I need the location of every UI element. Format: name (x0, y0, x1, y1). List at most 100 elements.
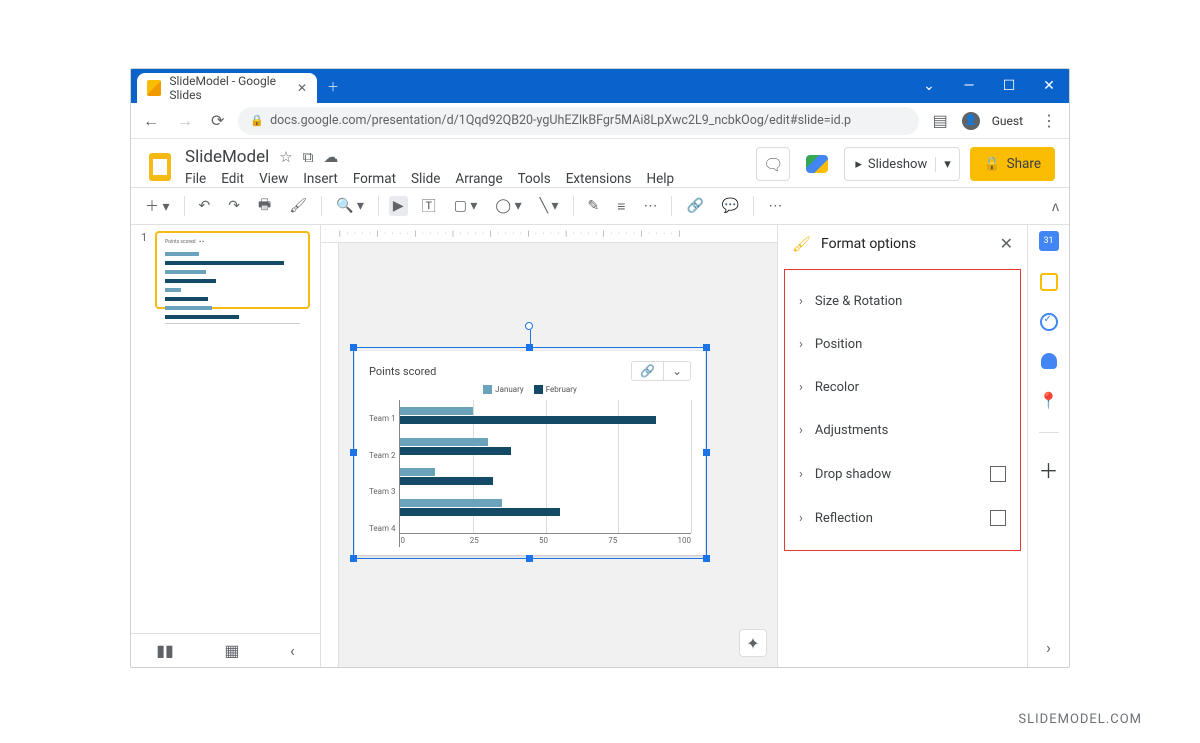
menu-tools[interactable]: Tools (518, 171, 551, 187)
app-header: SlideModel ☆ ⧉ ☁ File Edit View Insert Forma… (131, 139, 1069, 187)
format-section-adjustments[interactable]: ›Adjustments (791, 409, 1014, 452)
format-panel-title: Format options (821, 236, 916, 252)
undo-button[interactable]: ↶ (195, 196, 215, 216)
border-color-button[interactable]: ✎ (584, 196, 604, 216)
menu-view[interactable]: View (259, 171, 288, 187)
slideshow-dropdown-icon[interactable]: ▾ (935, 157, 959, 172)
format-sections-highlight: ›Size & Rotation›Position›Recolor›Adjust… (784, 269, 1021, 551)
resize-handle[interactable] (703, 344, 710, 351)
border-dash-button[interactable]: ⋯ (639, 196, 661, 216)
window-tab-search-icon[interactable]: ⌄ (909, 69, 949, 103)
format-section-label: Reflection (815, 511, 873, 526)
format-section-label: Size & Rotation (815, 294, 902, 309)
slideshow-button[interactable]: ▸ Slideshow ▾ (844, 147, 959, 181)
hide-sidepanel-icon[interactable]: › (1046, 638, 1051, 667)
image-tool[interactable]: ▢ ▾ (450, 196, 482, 216)
collapse-filmstrip-icon[interactable]: ‹ (290, 641, 295, 660)
line-tool[interactable]: ╲ ▾ (536, 196, 563, 216)
meet-button[interactable] (800, 147, 834, 181)
resize-handle[interactable] (350, 449, 357, 456)
format-section-drop-shadow[interactable]: ›Drop shadow (791, 452, 1014, 496)
close-panel-icon[interactable]: ✕ (1000, 234, 1013, 253)
resize-handle[interactable] (526, 555, 533, 562)
menu-extensions[interactable]: Extensions (566, 171, 632, 187)
menu-edit[interactable]: Edit (221, 171, 244, 187)
format-section-position[interactable]: ›Position (791, 323, 1014, 366)
window-close-icon[interactable]: ✕ (1029, 69, 1069, 103)
browser-tab[interactable]: SlideModel - Google Slides ✕ (137, 73, 317, 103)
format-section-size-rotation[interactable]: ›Size & Rotation (791, 280, 1014, 323)
doc-title[interactable]: SlideModel (185, 147, 269, 167)
nav-forward-icon[interactable]: → (173, 107, 197, 135)
comment-button[interactable]: 💬 (718, 196, 743, 216)
keep-addon-icon[interactable] (1040, 273, 1058, 291)
more-tools-button[interactable]: ⋯ (764, 196, 786, 216)
window-minimize-icon[interactable]: — (949, 69, 989, 103)
share-lock-icon: 🔒 (984, 156, 1001, 172)
calendar-addon-icon[interactable]: 31 (1039, 231, 1059, 251)
menu-slide[interactable]: Slide (411, 171, 440, 187)
resize-handle[interactable] (350, 555, 357, 562)
slides-app-icon[interactable] (145, 147, 175, 187)
share-label: Share (1007, 156, 1041, 172)
contacts-addon-icon[interactable] (1041, 353, 1057, 369)
new-slide-button[interactable]: ＋ ▾ (141, 194, 174, 218)
explore-button[interactable]: ✦ (739, 629, 767, 657)
address-bar[interactable]: 🔒 docs.google.com/presentation/d/1Qqd92Q… (238, 107, 918, 135)
avatar-icon[interactable]: 👤 (962, 112, 980, 130)
selection-box[interactable] (353, 347, 707, 559)
collapse-toolbar-icon[interactable]: ʌ (1052, 198, 1059, 215)
side-panel-rail: 31 📍 ＋ › (1027, 225, 1069, 667)
tasks-addon-icon[interactable] (1040, 313, 1058, 331)
new-tab-button[interactable]: ＋ (317, 69, 349, 103)
add-addon-icon[interactable]: ＋ (1039, 455, 1059, 484)
format-section-reflection[interactable]: ›Reflection (791, 496, 1014, 540)
shape-tool[interactable]: ◯ ▾ (491, 196, 525, 216)
rotation-handle[interactable] (525, 322, 533, 330)
redo-button[interactable]: ↷ (224, 196, 244, 216)
menu-file[interactable]: File (185, 171, 206, 187)
slide-number: 1 (141, 231, 149, 309)
profile-label[interactable]: Guest (992, 114, 1023, 128)
resize-handle[interactable] (526, 344, 533, 351)
checkbox[interactable] (990, 466, 1006, 482)
share-button[interactable]: 🔒 Share (970, 147, 1055, 181)
border-weight-button[interactable]: ≡ (613, 196, 629, 217)
checkbox[interactable] (990, 510, 1006, 526)
nav-reload-icon[interactable]: ⟳ (207, 107, 228, 134)
reading-list-icon[interactable]: ▤ (929, 107, 952, 134)
filmstrip-view-icon[interactable]: ▮▮ (156, 641, 174, 660)
maps-addon-icon[interactable]: 📍 (1039, 391, 1059, 410)
window-maximize-icon[interactable]: ☐ (989, 69, 1029, 103)
paint-format-button[interactable]: 🖌 (285, 196, 311, 216)
nav-back-icon[interactable]: ← (139, 107, 163, 135)
star-icon[interactable]: ☆ (279, 148, 292, 166)
textbox-tool[interactable]: 🅃 (418, 194, 440, 218)
slide-thumbnail-1[interactable]: 1 Points scored ▪ ▪ (141, 231, 310, 309)
canvas-area: | · · · · | · · · · | · · · · | · · · · … (321, 225, 777, 667)
print-button[interactable]: 🖶 (254, 192, 275, 220)
move-icon[interactable]: ⧉ (303, 148, 314, 166)
select-tool[interactable]: ▶ (389, 196, 408, 216)
resize-handle[interactable] (703, 449, 710, 456)
cloud-status-icon[interactable]: ☁ (323, 148, 338, 166)
vertical-ruler (321, 243, 339, 667)
resize-handle[interactable] (703, 555, 710, 562)
link-button[interactable]: 🔗 (682, 196, 707, 216)
resize-handle[interactable] (350, 344, 357, 351)
chevron-right-icon: › (799, 467, 803, 482)
browser-menu-icon[interactable]: ⋮ (1037, 107, 1061, 134)
menu-format[interactable]: Format (353, 171, 396, 187)
format-section-label: Position (815, 337, 862, 352)
menu-insert[interactable]: Insert (303, 171, 338, 187)
menu-arrange[interactable]: Arrange (455, 171, 502, 187)
tab-close-icon[interactable]: ✕ (297, 81, 307, 95)
menu-help[interactable]: Help (646, 171, 674, 187)
zoom-button[interactable]: 🔍 ▾ (332, 196, 368, 216)
grid-view-icon[interactable]: ▦ (224, 641, 239, 660)
browser-window: SlideModel - Google Slides ✕ ＋ ⌄ — ☐ ✕ ←… (130, 68, 1070, 668)
format-section-label: Recolor (815, 380, 859, 395)
play-icon: ▸ (845, 157, 868, 172)
format-section-recolor[interactable]: ›Recolor (791, 366, 1014, 409)
comments-button[interactable]: 🗨 (756, 147, 790, 181)
